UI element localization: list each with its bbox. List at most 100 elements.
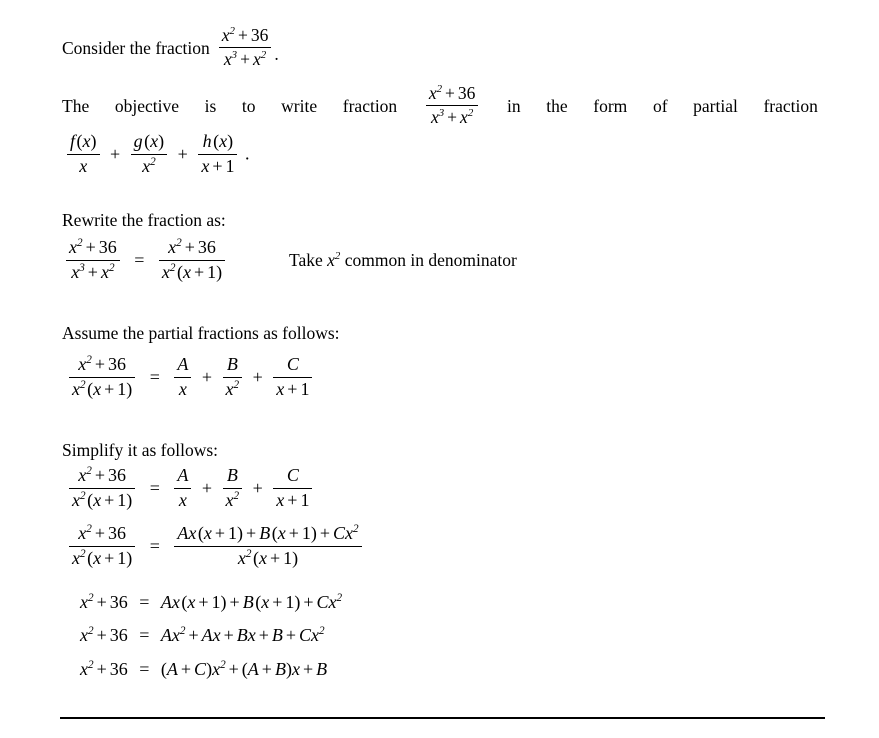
assume-term-1-denominator: x	[178, 379, 187, 400]
objective-fraction-numerator: x2 +36	[425, 83, 479, 107]
rewrite-lhs-fraction: x2 +36 x3 + x2	[66, 237, 120, 284]
objective-word-in: in	[507, 96, 521, 117]
simplify-eq1-plus-2: +	[252, 477, 263, 498]
simplify-eq3-lhs: x2 +36	[80, 592, 128, 612]
rewrite-annotation-suffix: common in denominator	[344, 250, 517, 270]
target-form-period: .	[244, 143, 250, 164]
objective-word-of: of	[652, 96, 668, 117]
simplify-eq2-lhs-denominator: x2 (x +1)	[72, 548, 133, 569]
target-term-2-denominator: x2	[142, 156, 156, 177]
simplify-eq1-lhs-numerator: x2 +36	[69, 465, 136, 490]
target-term-3: h (x) x +1	[198, 131, 238, 178]
intro-period: .	[274, 43, 279, 64]
simplify-eq2-rhs: Ax (x +1) + B (x +1) + Cx2 x2 (x +1)	[174, 523, 362, 570]
simplify-eq1-term-2-numerator: B	[222, 465, 243, 490]
simplify-eq1-plus-1: +	[201, 477, 213, 498]
intro-line: Consider the fraction x2 +36 x3 + x2 .	[62, 25, 279, 72]
objective-fraction-denominator: x3 + x2	[430, 107, 474, 128]
simplify-equation-1: x2 +36 x2 (x +1) = A x + B x2 + C x +1	[66, 465, 315, 513]
target-term-2-numerator: g (x)	[130, 131, 168, 156]
assume-term-3-denominator: x +1	[276, 379, 310, 400]
rewrite-lhs-denominator: x3 + x2	[71, 262, 115, 283]
simplify-eq1-term-1-denominator: x	[178, 490, 187, 511]
footer-horizontal-rule	[60, 717, 825, 719]
intro-fraction: x2 +36 x3 + x2	[218, 25, 272, 71]
target-form-equation: f (x) x + g (x) x2 + h (x) x +1 .	[64, 131, 250, 179]
simplify-eq2-rhs-denominator: x2 (x +1)	[237, 548, 299, 569]
target-term-1-denominator: x	[79, 156, 88, 177]
rewrite-rhs-numerator: x2 +36	[158, 237, 226, 262]
simplify-eq4-equals: =	[139, 625, 150, 645]
simplify-equation-5: x2 +36 = (A + C)x2 + (A + B)x + B	[80, 659, 327, 680]
target-term-2: g (x) x2	[130, 131, 168, 178]
target-term-3-numerator: h (x)	[198, 131, 238, 156]
target-term-1-numerator: f (x)	[67, 131, 100, 156]
simplify-eq2-lhs-numerator: x2 +36	[69, 523, 136, 548]
simplify-eq3-rhs: Ax (x +1) + B (x +1) + Cx2	[160, 592, 343, 612]
assume-lhs-fraction: x2 +36 x2 (x +1)	[69, 354, 136, 401]
simplify-eq1-equals: =	[149, 477, 160, 498]
simplify-eq1-term-3-numerator: C	[273, 465, 313, 490]
assume-plus-1: +	[201, 366, 213, 387]
objective-word-to: to	[241, 96, 256, 117]
rewrite-step-label: Rewrite the fraction as:	[62, 210, 226, 230]
objective-line: The objective is to write fraction x2 +36…	[62, 83, 818, 130]
target-term-1: f (x) x	[67, 131, 100, 178]
assume-term-2: B x2	[222, 354, 243, 401]
simplify-eq4-rhs: Ax2 + Ax + Bx + B + Cx2	[160, 625, 325, 645]
simplify-eq5-rhs: (A + C)x2 + (A + B)x + B	[160, 659, 328, 679]
simplify-equation-4: x2 +36 = Ax2 + Ax + Bx + B + Cx2	[80, 625, 325, 646]
target-plus-1: +	[110, 143, 121, 164]
rewrite-annotation-prefix: Take	[289, 250, 323, 270]
simplify-step-label: Simplify it as follows:	[62, 440, 219, 460]
simplify-eq1-term-2-denominator: x2	[225, 490, 240, 511]
objective-word-partial: partial	[693, 96, 738, 117]
simplify-eq1-term-3-denominator: x +1	[276, 490, 310, 511]
objective-fraction: x2 +36 x3 + x2	[425, 83, 479, 129]
objective-word-the: The	[62, 96, 90, 117]
objective-word-is: is	[204, 96, 217, 117]
simplify-eq1-term-3: C x +1	[273, 465, 313, 512]
objective-word-fraction2: fraction	[763, 96, 818, 117]
document-page: Consider the fraction x2 +36 x3 + x2 . The …	[0, 0, 879, 738]
simplify-eq1-lhs-denominator: x2 (x +1)	[72, 490, 133, 511]
assume-term-1-numerator: A	[174, 354, 192, 379]
rewrite-lhs-numerator: x2 +36	[66, 237, 120, 262]
assume-step-equation: x2 +36 x2 (x +1) = A x + B x2 + C x +1	[66, 354, 315, 402]
intro-fraction-numerator: x2 +36	[218, 25, 272, 49]
assume-term-3: C x +1	[273, 354, 313, 401]
assume-term-2-denominator: x2	[225, 379, 240, 400]
objective-word-write: write	[281, 96, 318, 117]
simplify-eq1-term-1: A x	[174, 465, 192, 512]
objective-word-form: form	[593, 96, 628, 117]
objective-word-the2: the	[546, 96, 568, 117]
rewrite-rhs-fraction: x2 +36 x2 (x +1)	[158, 237, 226, 284]
target-term-3-denominator: x +1	[201, 156, 235, 177]
simplify-eq4-lhs: x2 +36	[80, 625, 128, 645]
intro-fraction-denominator: x3 + x2	[223, 49, 267, 70]
simplify-eq1-term-1-numerator: A	[174, 465, 192, 490]
simplify-equation-2: x2 +36 x2 (x +1) = Ax (x +1) + B (x +1) + Cx2 x2…	[66, 523, 365, 571]
rewrite-equals-sign: =	[134, 249, 145, 270]
objective-word-fraction: fraction	[342, 96, 398, 117]
rewrite-annotation: Take x2 common in denominator	[289, 250, 517, 272]
rewrite-annotation-variable: x2	[327, 250, 341, 270]
assume-term-2-numerator: B	[222, 354, 243, 379]
assume-equals-sign: =	[149, 366, 160, 387]
simplify-equation-3: x2 +36 = Ax (x +1) + B (x +1) + Cx2	[80, 592, 342, 613]
assume-term-1: A x	[174, 354, 192, 401]
simplify-eq5-equals: =	[139, 659, 150, 679]
simplify-eq2-lhs: x2 +36 x2 (x +1)	[69, 523, 136, 570]
objective-word-objective: objective	[114, 96, 179, 117]
assume-lhs-denominator: x2 (x +1)	[72, 379, 133, 400]
target-plus-2: +	[177, 143, 188, 164]
simplify-eq2-equals: =	[149, 535, 160, 556]
assume-lhs-numerator: x2 +36	[69, 354, 136, 379]
assume-plus-2: +	[252, 366, 263, 387]
simplify-eq2-rhs-numerator: Ax (x +1) + B (x +1) + Cx2	[174, 523, 362, 548]
simplify-eq3-equals: =	[139, 592, 150, 612]
assume-step-label: Assume the partial fractions as follows:	[62, 323, 340, 343]
assume-term-3-numerator: C	[273, 354, 313, 379]
intro-lead-text: Consider the fraction	[62, 37, 210, 58]
rewrite-step-equation: x2 +36 x3 + x2 = x2 +36 x2 (x +1)	[63, 237, 228, 285]
